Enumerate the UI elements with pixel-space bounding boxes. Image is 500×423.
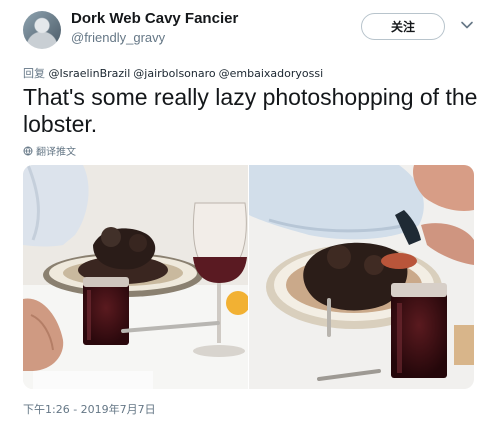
user-handle[interactable]: @friendly_gravy: [71, 30, 165, 45]
tweet-timestamp[interactable]: 下午1:26 - 2019年7月7日: [23, 401, 156, 417]
photo-left[interactable]: [23, 165, 248, 389]
translate-tweet-link[interactable]: 翻译推文: [23, 143, 76, 158]
mention-link[interactable]: @embaixadoryossi: [219, 67, 324, 80]
display-name[interactable]: Dork Web Cavy Fancier: [71, 10, 238, 27]
follow-button[interactable]: 关注: [361, 13, 445, 40]
mention-link[interactable]: @IsraelinBrazil: [49, 67, 131, 80]
tweet-text: That's some really lazy photoshopping of…: [23, 84, 478, 137]
mention-link[interactable]: @jairbolsonaro: [133, 67, 215, 80]
avatar[interactable]: [23, 11, 61, 49]
globe-icon: [23, 146, 33, 156]
reply-prefix: 回复: [23, 67, 45, 80]
reply-context: 回复 @IsraelinBrazil @jairbolsonaro @embaixa…: [23, 65, 326, 81]
photo-right[interactable]: [249, 165, 474, 389]
chevron-down-icon[interactable]: [460, 18, 474, 32]
translate-label: 翻译推文: [36, 147, 76, 158]
